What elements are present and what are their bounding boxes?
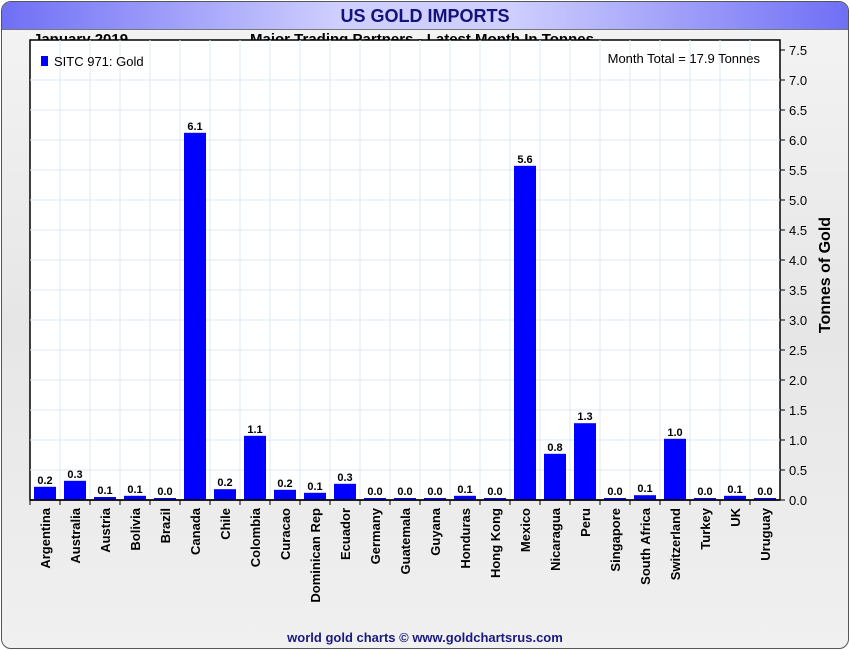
x-tick-label: Guatemala (398, 507, 413, 574)
bar-curacao (274, 489, 296, 500)
data-label: 0.0 (157, 486, 172, 498)
data-label: 5.6 (517, 154, 532, 166)
data-label: 0.0 (397, 486, 412, 498)
y-tick-label: 7.5 (789, 43, 807, 58)
month-total-annotation: Month Total = 17.9 Tonnes (608, 51, 761, 66)
x-tick-label: Switzerland (668, 508, 683, 580)
legend-label: SITC 971: Gold (54, 54, 144, 69)
bar-canada (184, 132, 206, 501)
x-tick-label: Honduras (458, 508, 473, 569)
y-tick-label: 1.0 (789, 433, 807, 448)
x-tick-label: Germany (368, 507, 383, 564)
data-label: 0.0 (487, 486, 502, 498)
bar-chile (214, 489, 236, 500)
y-tick-label: 2.5 (789, 343, 807, 358)
x-tick-label: Ecuador (338, 508, 353, 560)
data-label: 0.1 (307, 481, 322, 493)
x-tick-label: Hong Kong (488, 508, 503, 578)
bar-ecuador (334, 483, 356, 500)
data-label: 0.0 (697, 486, 712, 498)
y-tick-label: 4.5 (789, 223, 807, 238)
bar-nicaragua (544, 453, 566, 500)
x-tick-label: South Africa (638, 507, 653, 585)
bar-argentina (34, 486, 56, 500)
chart-svg: 0.0 0.5 1.0 1.5 2.0 2.5 3.0 3.5 4.0 4.5 5.0 5.5 6.0 6… (29, 39, 834, 603)
data-label: 1.3 (577, 411, 592, 423)
legend-swatch (41, 56, 48, 66)
x-tick-label: Singapore (608, 508, 623, 572)
y-tick-label: 4.0 (789, 253, 807, 268)
y-tick-label: 2.0 (789, 373, 807, 388)
x-tick-label: Nicaragua (548, 507, 563, 571)
data-label: 0.1 (127, 484, 142, 496)
data-label: 0.0 (427, 486, 442, 498)
data-label: 0.8 (547, 442, 562, 454)
x-tick-label: Austria (98, 507, 113, 553)
x-tick-label: Brazil (158, 508, 173, 543)
y-tick-label: 5.5 (789, 163, 807, 178)
y-tick-label: 3.5 (789, 283, 807, 298)
data-label: 0.0 (607, 486, 622, 498)
x-tick-label: Canada (188, 507, 203, 555)
x-tick-label: Chile (218, 508, 233, 540)
data-label: 0.0 (757, 486, 772, 498)
data-label: 1.0 (667, 427, 682, 439)
y-axis-label: Tonnes of Gold (817, 217, 834, 333)
x-tick-label: Guyana (428, 507, 443, 555)
data-label: 0.2 (217, 477, 232, 489)
data-label: 0.0 (367, 486, 382, 498)
bar-colombia (244, 435, 266, 500)
x-tick-label: Turkey (698, 507, 713, 549)
y-tick-label: 1.5 (789, 403, 807, 418)
y-tick-label: 5.0 (789, 193, 807, 208)
x-tick-label: Australia (68, 507, 83, 563)
data-label: 0.1 (457, 484, 472, 496)
x-tick-label: UK (728, 507, 743, 526)
data-label: 6.1 (187, 121, 202, 133)
data-label: 0.3 (337, 472, 352, 484)
x-tick-label: Dominican Rep (308, 508, 323, 603)
data-label: 1.1 (247, 424, 262, 436)
bar-dominican-rep (304, 492, 326, 500)
data-label: 0.3 (67, 469, 82, 481)
x-tick-label: Colombia (248, 507, 263, 567)
y-tick-label: 7.0 (789, 73, 807, 88)
y-tick-label: 6.5 (789, 103, 807, 118)
x-tick-label: Mexico (518, 508, 533, 552)
bar-switzerland (664, 438, 686, 500)
x-tick-label: Uruguay (758, 507, 773, 561)
data-label: 0.1 (97, 485, 112, 497)
y-tick-label: 0.0 (789, 493, 807, 508)
data-label: 0.2 (37, 475, 52, 487)
data-label: 0.1 (727, 484, 742, 496)
bar-peru (574, 423, 596, 500)
y-tick-label: 6.0 (789, 133, 807, 148)
y-tick-label: 3.0 (789, 313, 807, 328)
x-tick-label: Bolivia (128, 507, 143, 550)
data-label: 0.1 (637, 483, 652, 495)
bar-australia (64, 480, 86, 500)
x-tick-label: Peru (578, 508, 593, 537)
y-tick-label: 0.5 (789, 463, 807, 478)
bar-mexico (514, 165, 536, 501)
footer-credit: world gold charts © www.goldchartsrus.co… (287, 630, 563, 645)
x-tick-label: Argentina (38, 507, 53, 568)
x-tick-label: Curacao (278, 508, 293, 560)
data-label: 0.2 (277, 478, 292, 490)
